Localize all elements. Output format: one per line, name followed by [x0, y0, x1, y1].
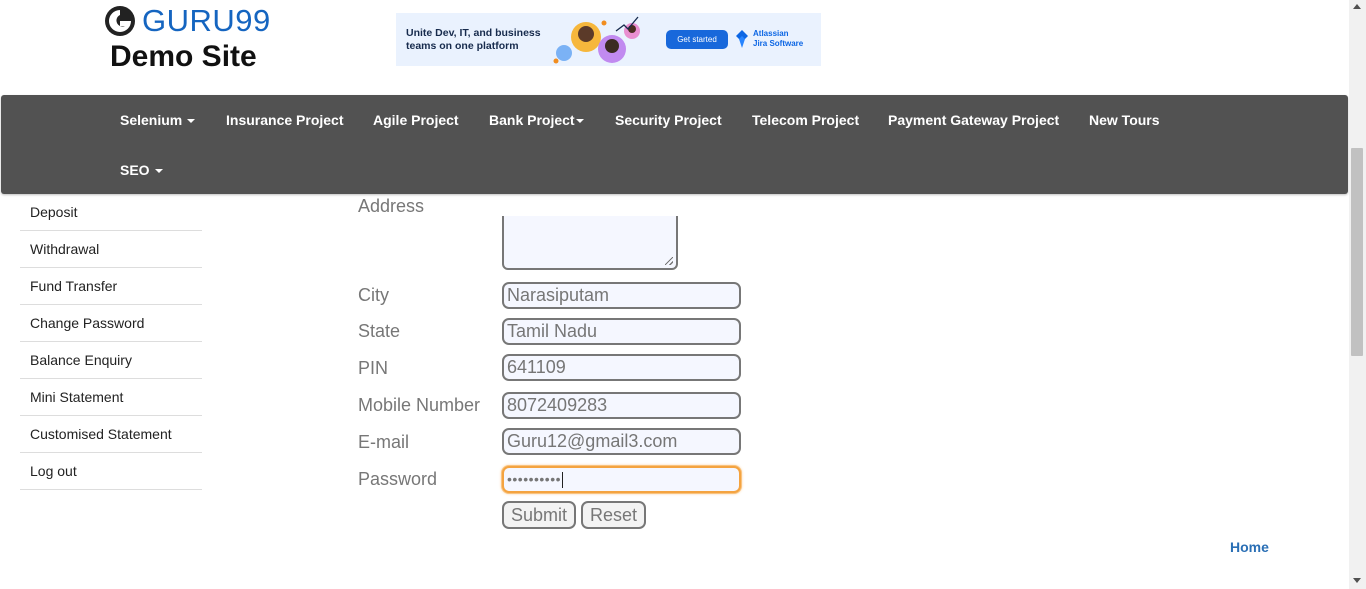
caret-down-icon: [154, 169, 163, 174]
password-field[interactable]: ••••••••••: [502, 466, 741, 493]
password-label: Password: [358, 469, 438, 489]
sidebar-item-log-out[interactable]: Log out: [20, 453, 202, 490]
scroll-down-arrow-icon[interactable]: [1353, 578, 1361, 583]
sidebar-item-fund-transfer[interactable]: Fund Transfer: [20, 268, 202, 305]
main-navbar: Selenium Insurance Project Agile Project…: [1, 95, 1348, 194]
submit-button[interactable]: Submit: [502, 501, 576, 529]
address-label: Address: [358, 196, 425, 216]
ad-get-started-button[interactable]: Get started: [666, 30, 728, 49]
sidebar-item-deposit[interactable]: Deposit: [20, 194, 202, 231]
sidebar-item-change-password[interactable]: Change Password: [20, 305, 202, 342]
city-field[interactable]: Narasiputam: [502, 282, 741, 309]
logo-brand-text: GURU99: [142, 3, 271, 38]
mobile-number-field[interactable]: 8072409283: [502, 392, 741, 419]
password-mask: ••••••••••: [507, 471, 562, 487]
address-textarea-wrapper: [502, 216, 682, 270]
caret-down-icon: [187, 119, 196, 124]
email-label: E-mail: [358, 432, 410, 452]
text-cursor: [562, 472, 564, 489]
reset-button[interactable]: Reset: [581, 501, 646, 529]
page-scrollbar[interactable]: [1349, 0, 1366, 589]
site-logo[interactable]: GURU99: [104, 4, 279, 38]
scrollbar-thumb[interactable]: [1351, 148, 1363, 356]
state-field[interactable]: Tamil Nadu: [502, 318, 741, 345]
nav-insurance-project[interactable]: Insurance Project: [226, 112, 344, 128]
nav-telecom-project[interactable]: Telecom Project: [752, 112, 859, 128]
caret-down-icon: [575, 119, 584, 124]
ad-banner[interactable]: Unite Dev, IT, and business teams on one…: [396, 13, 821, 66]
email-field[interactable]: Guru12@gmail3.com: [502, 428, 741, 455]
ad-brand-text: Atlassian Jira Software: [753, 29, 804, 48]
resize-handle-icon[interactable]: [665, 257, 673, 265]
nav-bank-project[interactable]: Bank Project: [489, 112, 584, 128]
mobile-number-label: Mobile Number: [358, 395, 481, 415]
state-label: State: [358, 321, 401, 341]
sidebar-item-withdrawal[interactable]: Withdrawal: [20, 231, 202, 268]
pin-label: PIN: [358, 358, 389, 378]
nav-security-project[interactable]: Security Project: [615, 112, 722, 128]
sidebar-item-mini-statement[interactable]: Mini Statement: [20, 379, 202, 416]
address-textarea[interactable]: [502, 216, 678, 270]
nav-new-tours[interactable]: New Tours: [1089, 112, 1160, 128]
nav-payment-gateway-project[interactable]: Payment Gateway Project: [888, 112, 1059, 128]
sidebar-item-balance-enquiry[interactable]: Balance Enquiry: [20, 342, 202, 379]
nav-selenium[interactable]: Selenium: [120, 112, 196, 128]
nav-agile-project[interactable]: Agile Project: [373, 112, 459, 128]
pin-field[interactable]: 641109: [502, 354, 741, 381]
nav-seo[interactable]: SEO: [120, 162, 163, 178]
ad-people-illustration: [553, 16, 640, 64]
site-title: Demo Site: [110, 40, 257, 73]
home-link[interactable]: Home: [1230, 539, 1269, 555]
sidebar-item-customised-statement[interactable]: Customised Statement: [20, 416, 202, 453]
jira-icon: [736, 30, 748, 48]
guru99-logo-icon: [105, 6, 135, 36]
city-label: City: [358, 285, 389, 305]
ad-headline: Unite Dev, IT, and business teams on one…: [406, 27, 541, 52]
scroll-up-arrow-icon[interactable]: [1353, 4, 1361, 9]
